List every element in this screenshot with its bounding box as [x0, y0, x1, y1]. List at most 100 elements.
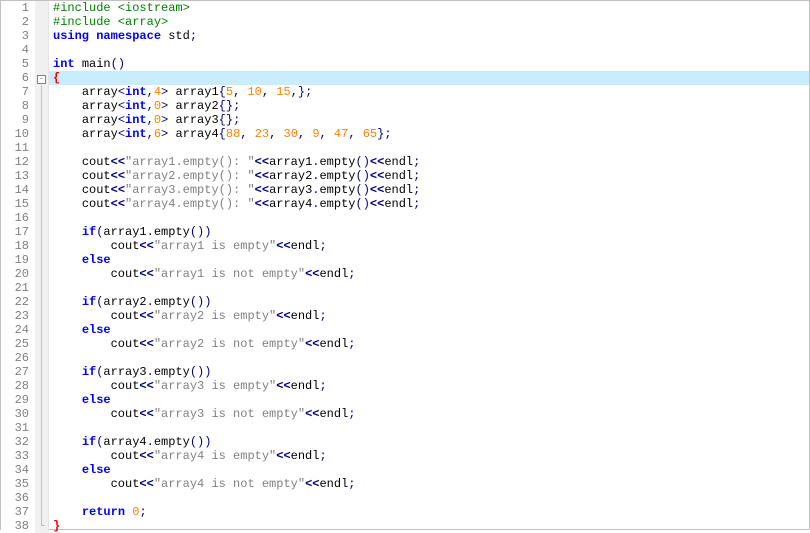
code-content[interactable] [49, 421, 809, 435]
fold-gutter[interactable] [35, 463, 49, 477]
code-content[interactable]: array<int,6> array4{88, 23, 30, 9, 47, 6… [49, 127, 809, 141]
code-content[interactable]: array<int,0> array3{}; [49, 113, 809, 127]
code-line[interactable]: 17 if(array1.empty()) [1, 225, 809, 239]
code-editor[interactable]: 1#include <iostream>2#include <array>3us… [1, 1, 809, 533]
code-content[interactable]: if(array1.empty()) [49, 225, 809, 239]
fold-gutter[interactable] [35, 351, 49, 365]
fold-gutter[interactable] [35, 197, 49, 211]
code-line[interactable]: 15 cout<<"array4.empty(): "<<array4.empt… [1, 197, 809, 211]
code-content[interactable]: } [49, 519, 809, 533]
fold-gutter[interactable]: - [35, 71, 49, 85]
fold-gutter[interactable] [35, 1, 49, 15]
code-line[interactable]: 24 else [1, 323, 809, 337]
fold-gutter[interactable] [35, 211, 49, 225]
code-line[interactable]: 4 [1, 43, 809, 57]
code-line[interactable]: 2#include <array> [1, 15, 809, 29]
code-content[interactable] [49, 281, 809, 295]
code-line[interactable]: 31 [1, 421, 809, 435]
fold-gutter[interactable] [35, 169, 49, 183]
fold-gutter[interactable] [35, 449, 49, 463]
code-line[interactable]: 18 cout<<"array1 is empty"<<endl; [1, 239, 809, 253]
code-line[interactable]: 33 cout<<"array4 is empty"<<endl; [1, 449, 809, 463]
code-line[interactable]: 11 [1, 141, 809, 155]
code-content[interactable]: cout<<"array1 is not empty"<<endl; [49, 267, 809, 281]
fold-gutter[interactable] [35, 323, 49, 337]
fold-gutter[interactable] [35, 253, 49, 267]
code-line[interactable]: 29 else [1, 393, 809, 407]
fold-gutter[interactable] [35, 435, 49, 449]
code-line[interactable]: 12 cout<<"array1.empty(): "<<array1.empt… [1, 155, 809, 169]
fold-gutter[interactable] [35, 519, 49, 533]
code-line[interactable]: 19 else [1, 253, 809, 267]
code-content[interactable]: cout<<"array4 is not empty"<<endl; [49, 477, 809, 491]
fold-gutter[interactable] [35, 379, 49, 393]
code-line[interactable]: 6-{ [1, 71, 809, 85]
code-line[interactable]: 30 cout<<"array3 is not empty"<<endl; [1, 407, 809, 421]
code-content[interactable]: cout<<"array3 is not empty"<<endl; [49, 407, 809, 421]
code-content[interactable]: int main() [49, 57, 809, 71]
fold-gutter[interactable] [35, 393, 49, 407]
fold-gutter[interactable] [35, 43, 49, 57]
code-content[interactable]: cout<<"array3 is empty"<<endl; [49, 379, 809, 393]
fold-gutter[interactable] [35, 365, 49, 379]
fold-gutter[interactable] [35, 183, 49, 197]
code-content[interactable]: cout<<"array1.empty(): "<<array1.empty()… [49, 155, 809, 169]
code-content[interactable] [49, 141, 809, 155]
fold-gutter[interactable] [35, 477, 49, 491]
code-line[interactable]: 16 [1, 211, 809, 225]
code-line[interactable]: 21 [1, 281, 809, 295]
code-line[interactable]: 32 if(array4.empty()) [1, 435, 809, 449]
fold-gutter[interactable] [35, 239, 49, 253]
code-line[interactable]: 36 [1, 491, 809, 505]
fold-gutter[interactable] [35, 225, 49, 239]
fold-gutter[interactable] [35, 337, 49, 351]
code-content[interactable]: if(array2.empty()) [49, 295, 809, 309]
code-line[interactable]: 37 return 0; [1, 505, 809, 519]
code-line[interactable]: 28 cout<<"array3 is empty"<<endl; [1, 379, 809, 393]
code-content[interactable]: cout<<"array3.empty(): "<<array3.empty()… [49, 183, 809, 197]
code-content[interactable]: array<int,4> array1{5, 10, 15,}; [49, 85, 809, 99]
code-content[interactable]: array<int,0> array2{}; [49, 99, 809, 113]
fold-gutter[interactable] [35, 29, 49, 43]
code-line[interactable]: 10 array<int,6> array4{88, 23, 30, 9, 47… [1, 127, 809, 141]
code-content[interactable]: else [49, 323, 809, 337]
code-content[interactable]: return 0; [49, 505, 809, 519]
fold-gutter[interactable] [35, 127, 49, 141]
code-line[interactable]: 20 cout<<"array1 is not empty"<<endl; [1, 267, 809, 281]
code-content[interactable] [49, 351, 809, 365]
code-content[interactable]: cout<<"array4 is empty"<<endl; [49, 449, 809, 463]
code-content[interactable] [49, 491, 809, 505]
code-content[interactable]: else [49, 253, 809, 267]
code-content[interactable]: cout<<"array2 is empty"<<endl; [49, 309, 809, 323]
code-line[interactable]: 14 cout<<"array3.empty(): "<<array3.empt… [1, 183, 809, 197]
code-content[interactable]: #include <iostream> [49, 1, 809, 15]
code-line[interactable]: 1#include <iostream> [1, 1, 809, 15]
code-content[interactable]: cout<<"array1 is empty"<<endl; [49, 239, 809, 253]
fold-gutter[interactable] [35, 421, 49, 435]
code-content[interactable]: cout<<"array4.empty(): "<<array4.empty()… [49, 197, 809, 211]
fold-gutter[interactable] [35, 295, 49, 309]
fold-gutter[interactable] [35, 491, 49, 505]
code-line[interactable]: 35 cout<<"array4 is not empty"<<endl; [1, 477, 809, 491]
code-line[interactable]: 22 if(array2.empty()) [1, 295, 809, 309]
fold-gutter[interactable] [35, 99, 49, 113]
fold-gutter[interactable] [35, 15, 49, 29]
fold-gutter[interactable] [35, 57, 49, 71]
fold-gutter[interactable] [35, 407, 49, 421]
code-content[interactable]: #include <array> [49, 15, 809, 29]
fold-gutter[interactable] [35, 155, 49, 169]
code-content[interactable]: using namespace std; [49, 29, 809, 43]
code-content[interactable]: if(array4.empty()) [49, 435, 809, 449]
code-line[interactable]: 23 cout<<"array2 is empty"<<endl; [1, 309, 809, 323]
code-line[interactable]: 38} [1, 519, 809, 533]
code-line[interactable]: 9 array<int,0> array3{}; [1, 113, 809, 127]
code-line[interactable]: 26 [1, 351, 809, 365]
code-line[interactable]: 5int main() [1, 57, 809, 71]
fold-gutter[interactable] [35, 113, 49, 127]
code-line[interactable]: 7 array<int,4> array1{5, 10, 15,}; [1, 85, 809, 99]
fold-gutter[interactable] [35, 309, 49, 323]
fold-collapse-icon[interactable]: - [37, 75, 46, 84]
code-content[interactable]: cout<<"array2.empty(): "<<array2.empty()… [49, 169, 809, 183]
code-line[interactable]: 3using namespace std; [1, 29, 809, 43]
code-line[interactable]: 34 else [1, 463, 809, 477]
